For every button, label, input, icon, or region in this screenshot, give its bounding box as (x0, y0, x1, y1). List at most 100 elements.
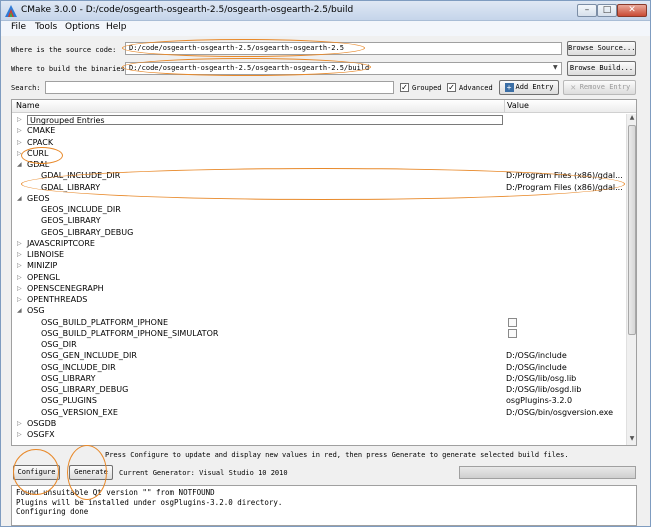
build-path-input[interactable]: D:/code/osgearth-osgearth-2.5/osgearth-o… (125, 62, 562, 75)
advanced-checkbox[interactable]: ✓ (447, 83, 456, 92)
column-value-header[interactable]: Value (507, 101, 529, 110)
value-checkbox[interactable] (508, 328, 517, 338)
menu-options[interactable]: Options (65, 22, 100, 32)
collapsed-arrow-icon[interactable]: ▷ (17, 272, 23, 283)
table-row[interactable]: OSG_LIBRARY_DEBUG D:/OSG/lib/osgd.lib (12, 384, 626, 395)
table-row[interactable]: OSG_BUILD_PLATFORM_IPHONE_SIMULATOR (12, 328, 626, 339)
output-log[interactable]: Found unsuitable Qt version "" from NOTF… (11, 485, 637, 526)
collapsed-arrow-icon[interactable]: ▷ (17, 148, 23, 159)
row-value[interactable]: D:/Program Files (x86)/gdal... (506, 182, 624, 193)
scroll-up-icon[interactable]: ▲ (627, 114, 636, 124)
collapsed-arrow-icon[interactable]: ▷ (17, 294, 23, 305)
row-name: OSG_PLUGINS (41, 396, 97, 406)
browse-source-button[interactable]: Browse Source... (567, 41, 636, 56)
table-row[interactable]: ▷ OSGDB (12, 418, 626, 429)
row-value[interactable]: D:/OSG/bin/osgversion.exe (506, 407, 624, 418)
column-divider[interactable] (504, 100, 505, 113)
table-row[interactable]: OSG_GEN_INCLUDE_DIR D:/OSG/include (12, 350, 626, 361)
generate-button[interactable]: Generate (69, 465, 113, 480)
table-row[interactable]: ▷ MINIZIP (12, 260, 626, 271)
title-bar[interactable]: CMake 3.0.0 - D:/code/osgearth-osgearth-… (1, 1, 650, 21)
menu-help[interactable]: Help (106, 22, 127, 32)
collapsed-arrow-icon[interactable]: ▷ (17, 260, 23, 271)
menu-file[interactable]: File (11, 22, 26, 32)
table-row[interactable]: ◢ GDAL (12, 159, 626, 170)
table-row[interactable]: ▷ Ungrouped Entries (12, 114, 626, 125)
browse-build-button[interactable]: Browse Build... (567, 61, 636, 76)
add-entry-button[interactable]: + Add Entry (499, 80, 559, 95)
progress-bar (459, 466, 636, 479)
row-name: OSG_LIBRARY (41, 373, 96, 383)
add-entry-label: Add Entry (515, 83, 554, 91)
maximize-button[interactable]: □ (597, 4, 617, 17)
value-checkbox[interactable] (508, 317, 517, 327)
configure-button[interactable]: Configure (13, 465, 60, 480)
table-row[interactable]: ▷ CURL (12, 148, 626, 159)
row-value[interactable]: D:/OSG/include (506, 362, 624, 373)
collapsed-arrow-icon[interactable]: ▷ (17, 125, 23, 136)
table-row[interactable]: GEOS_LIBRARY_DEBUG (12, 227, 626, 238)
row-name: GEOS_LIBRARY_DEBUG (41, 227, 134, 237)
collapsed-arrow-icon[interactable]: ▷ (17, 283, 23, 294)
table-row[interactable]: ◢ OSG (12, 305, 626, 316)
close-button[interactable]: ✕ (617, 4, 647, 17)
row-value[interactable]: D:/Program Files (x86)/gdal... (506, 170, 624, 181)
row-value[interactable]: D:/OSG/include (506, 350, 624, 361)
row-name: OSG_LIBRARY_DEBUG (41, 385, 129, 394)
table-row[interactable]: ▷ CPACK (12, 137, 626, 148)
build-label: Where to build the binaries: (11, 65, 130, 73)
table-row[interactable]: OSG_INCLUDE_DIR D:/OSG/include (12, 362, 626, 373)
table-row[interactable]: ◢ GEOS (12, 193, 626, 204)
row-name: CURL (27, 148, 49, 158)
row-name: OSG_VERSION_EXE (41, 407, 118, 417)
table-row[interactable]: ▷ OPENTHREADS (12, 294, 626, 305)
table-row[interactable]: OSG_LIBRARY D:/OSG/lib/osg.lib (12, 373, 626, 384)
table-row[interactable]: GEOS_LIBRARY (12, 215, 626, 226)
remove-entry-button[interactable]: ✕ Remove Entry (563, 80, 636, 95)
row-name: MINIZIP (27, 261, 58, 271)
row-name: OSG_BUILD_PLATFORM_IPHONE (41, 317, 168, 327)
row-name: GDAL_INCLUDE_DIR (41, 171, 121, 181)
scroll-down-icon[interactable]: ▼ (627, 435, 636, 445)
cmake-logo-icon (5, 5, 17, 17)
table-row[interactable]: OSG_BUILD_PLATFORM_IPHONE (12, 317, 626, 328)
row-name: OPENTHREADS (27, 295, 88, 304)
row-name: GEOS_LIBRARY (41, 216, 101, 226)
row-name: OSGDB (27, 418, 57, 428)
expanded-arrow-icon[interactable]: ◢ (17, 193, 23, 204)
table-row[interactable]: OSG_PLUGINS osgPlugins-3.2.0 (12, 395, 626, 406)
chevron-down-icon[interactable]: ▼ (553, 64, 558, 71)
table-row[interactable]: ▷ CMAKE (12, 125, 626, 136)
menu-tools[interactable]: Tools (35, 22, 57, 32)
minimize-button[interactable]: – (577, 4, 597, 17)
search-input[interactable] (45, 81, 394, 94)
source-path-input[interactable]: D:/code/osgearth-osgearth-2.5/osgearth-o… (125, 42, 562, 55)
expanded-arrow-icon[interactable]: ◢ (17, 159, 23, 170)
table-row[interactable]: GDAL_INCLUDE_DIR D:/Program Files (x86)/g… (12, 170, 626, 181)
table-row[interactable]: OSG_VERSION_EXE D:/OSG/bin/osgversion.exe (12, 407, 626, 418)
row-name: OSG_GEN_INCLUDE_DIR (41, 351, 137, 361)
row-value[interactable]: osgPlugins-3.2.0 (506, 395, 624, 406)
scroll-thumb[interactable] (628, 125, 636, 335)
table-row[interactable]: GEOS_INCLUDE_DIR (12, 204, 626, 215)
grouped-checkbox[interactable]: ✓ (400, 83, 409, 92)
collapsed-arrow-icon[interactable]: ▷ (17, 249, 23, 260)
table-row[interactable]: ▷ OSGFX (12, 429, 626, 440)
row-value[interactable]: D:/OSG/lib/osgd.lib (506, 384, 624, 395)
table-row[interactable]: ▷ OPENGL (12, 272, 626, 283)
expanded-arrow-icon[interactable]: ◢ (17, 305, 23, 316)
table-row[interactable]: ▷ LIBNOISE (12, 249, 626, 260)
collapsed-arrow-icon[interactable]: ▷ (17, 137, 23, 148)
table-row[interactable]: GDAL_LIBRARY D:/Program Files (x86)/gdal.… (12, 182, 626, 193)
collapsed-arrow-icon[interactable]: ▷ (17, 114, 23, 125)
collapsed-arrow-icon[interactable]: ▷ (17, 418, 23, 429)
column-name-header[interactable]: Name (16, 101, 40, 110)
row-value[interactable]: D:/OSG/lib/osg.lib (506, 373, 624, 384)
vertical-scrollbar[interactable]: ▲ ▼ (626, 114, 636, 445)
table-row[interactable]: ▷ OPENSCENEGRAPH (12, 283, 626, 294)
row-name: Ungrouped Entries (27, 115, 503, 125)
table-row[interactable]: OSG_DIR (12, 339, 626, 350)
collapsed-arrow-icon[interactable]: ▷ (17, 238, 23, 249)
table-row[interactable]: ▷ JAVASCRIPTCORE (12, 238, 626, 249)
collapsed-arrow-icon[interactable]: ▷ (17, 429, 23, 440)
